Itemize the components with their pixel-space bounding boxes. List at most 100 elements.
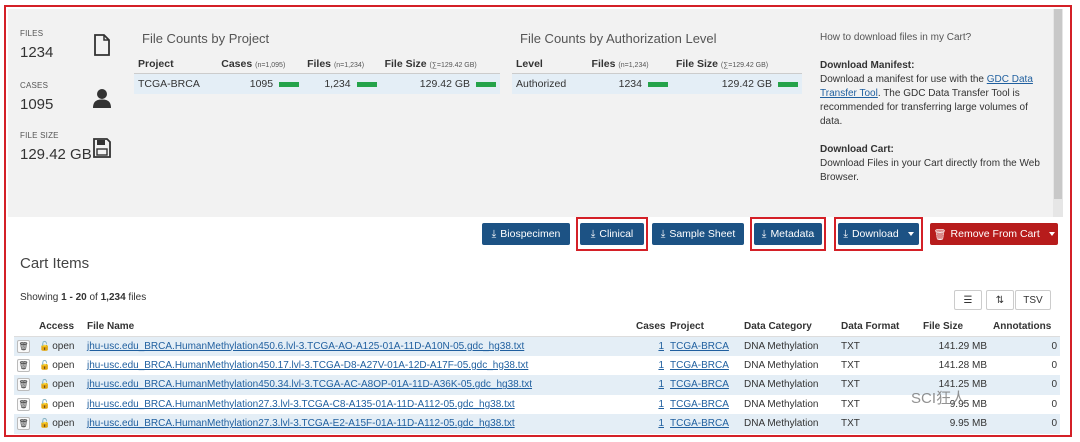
data-format-cell: TXT: [838, 355, 920, 375]
scrollbar-thumb[interactable]: [1054, 9, 1062, 199]
user-icon: [93, 89, 111, 108]
col-header-cases[interactable]: Cases: [633, 318, 667, 337]
cases-link[interactable]: 1: [658, 379, 664, 390]
row-remove-cell: 🗑: [14, 355, 36, 375]
access-value: open: [52, 340, 75, 352]
col-header-file-name[interactable]: File Name: [84, 318, 633, 337]
size-col-header: File Size (∑=129.42 GB): [380, 55, 500, 74]
download-icon: ⤓: [660, 227, 666, 240]
showing-post: files: [125, 292, 147, 303]
auth-size-cell: 129.42 GB: [671, 73, 802, 94]
data-category-cell: DNA Methylation: [741, 336, 838, 356]
cart-items-table: Access File Name Cases Project Data Cate…: [14, 318, 1060, 434]
data-format-cell: TXT: [838, 414, 920, 434]
vertical-scrollbar[interactable]: [1053, 9, 1063, 217]
table-row: 🗑 🔓 open jhu-usc.edu_BRCA.HumanMethylatio…: [14, 394, 1060, 414]
project-link[interactable]: TCGA-BRCA: [670, 360, 729, 371]
cart-help: Download Cart: Download Files in your Ca…: [820, 143, 1052, 185]
file-link[interactable]: jhu-usc.edu_BRCA.HumanMethylation450.6.l…: [87, 341, 524, 352]
cases-cell: 1: [633, 414, 667, 434]
trash-icon[interactable]: 🗑: [17, 339, 30, 353]
sample-sheet-button[interactable]: ⤓ Sample Sheet: [652, 223, 744, 245]
project-link[interactable]: TCGA-BRCA: [670, 379, 729, 390]
watermark: SCI狂人: [911, 390, 967, 407]
auth-size-bar: [778, 81, 798, 87]
col-header-data-format[interactable]: Data Format: [838, 318, 920, 337]
file-link[interactable]: jhu-usc.edu_BRCA.HumanMethylation27.3.lv…: [87, 399, 515, 410]
trash-icon[interactable]: 🗑: [17, 417, 30, 431]
cases-col-header: Cases (n=1,095): [217, 55, 304, 74]
column-menu-button[interactable]: ☰: [954, 290, 982, 310]
metadata-button[interactable]: ⤓ Metadata: [754, 223, 822, 245]
cart-items-title: Cart Items: [20, 255, 90, 272]
row-remove-cell: 🗑: [14, 414, 36, 434]
sort-button[interactable]: ⇅: [986, 290, 1014, 310]
file-size-stat-value: 129.42 GB: [20, 146, 92, 163]
data-category-cell: DNA Methylation: [741, 375, 838, 395]
col-header-access[interactable]: Access: [36, 318, 84, 337]
project-files-cell: 1,234: [303, 73, 381, 94]
caret-down-icon: [1048, 232, 1055, 236]
data-category-cell: DNA Methylation: [741, 355, 838, 375]
manifest-help: Download Manifest: Download a manifest f…: [820, 59, 1052, 129]
access-value: open: [52, 398, 75, 410]
col-header-annotations[interactable]: Annotations: [990, 318, 1060, 337]
unlock-icon: 🔓: [39, 379, 51, 390]
file-size-cell: 9.95 MB: [920, 414, 990, 434]
cases-link[interactable]: 1: [658, 360, 664, 371]
col-header-data-category[interactable]: Data Category: [741, 318, 838, 337]
trash-icon[interactable]: 🗑: [17, 378, 30, 392]
auth-files-bar: [647, 81, 668, 87]
project-row: TCGA-BRCA 1095 1,234 129.42 GB: [134, 73, 500, 94]
biospecimen-button[interactable]: ⤓ Biospecimen: [482, 223, 570, 245]
files-col-header: Files (n=1,234): [303, 55, 381, 74]
project-link[interactable]: TCGA-BRCA: [670, 418, 729, 429]
cases-link[interactable]: 1: [658, 418, 664, 429]
trash-icon[interactable]: 🗑: [17, 358, 30, 372]
manifest-heading: Download Manifest:: [820, 60, 915, 71]
cases-link[interactable]: 1: [658, 341, 664, 352]
annotations-cell: 0: [990, 375, 1060, 395]
annotations-cell: 0: [990, 336, 1060, 356]
help-title: How to download files in my Cart?: [820, 32, 972, 43]
menu-icon: ☰: [963, 294, 973, 306]
col-header-file-size[interactable]: File Size: [920, 318, 990, 337]
file-link[interactable]: jhu-usc.edu_BRCA.HumanMethylation27.3.lv…: [87, 418, 515, 429]
size-bar: [476, 81, 496, 87]
files-stat-value: 1234: [20, 44, 54, 61]
showing-total: 1,234: [100, 292, 126, 303]
download-dropdown-button[interactable]: ⤓ Download: [838, 223, 919, 245]
cases-bar: [279, 81, 300, 87]
file-link[interactable]: jhu-usc.edu_BRCA.HumanMethylation450.34.…: [87, 379, 532, 390]
caret-down-icon: [907, 232, 914, 236]
trash-col-header: [14, 318, 36, 337]
access-cell: 🔓 open: [36, 355, 84, 375]
project-panel-title: File Counts by Project: [142, 31, 270, 46]
download-label: Download: [851, 228, 899, 240]
auth-counts-table: Level Files (n=1,234) File Size (∑=129.4…: [512, 55, 802, 94]
unlock-icon: 🔓: [39, 398, 51, 409]
showing-pre: Showing: [20, 292, 62, 303]
file-name-cell: jhu-usc.edu_BRCA.HumanMethylation450.6.l…: [84, 336, 633, 356]
clinical-label: Clinical: [599, 228, 634, 240]
data-format-cell: TXT: [838, 336, 920, 356]
project-cell: TCGA-BRCA: [667, 375, 741, 395]
download-icon: ⤓: [761, 227, 767, 240]
tsv-label: TSV: [1023, 294, 1043, 306]
tsv-button[interactable]: TSV: [1015, 290, 1051, 310]
sort-icon: ⇅: [995, 294, 1005, 306]
file-link[interactable]: jhu-usc.edu_BRCA.HumanMethylation450.17.…: [87, 360, 528, 371]
access-value: open: [52, 418, 75, 430]
cases-cell: 1: [633, 336, 667, 356]
trash-icon[interactable]: 🗑: [17, 397, 30, 411]
showing-range: 1 - 20: [61, 292, 87, 303]
remove-from-cart-button[interactable]: 🗑 Remove From Cart: [930, 223, 1058, 245]
download-icon: ⤓: [491, 227, 497, 240]
clinical-button[interactable]: ⤓ Clinical: [580, 223, 644, 245]
download-icon: ⤓: [843, 227, 848, 240]
level-col-header: Level: [512, 55, 588, 74]
project-link[interactable]: TCGA-BRCA: [670, 399, 729, 410]
col-header-project[interactable]: Project: [667, 318, 741, 337]
cases-link[interactable]: 1: [658, 399, 664, 410]
project-link[interactable]: TCGA-BRCA: [670, 341, 729, 352]
